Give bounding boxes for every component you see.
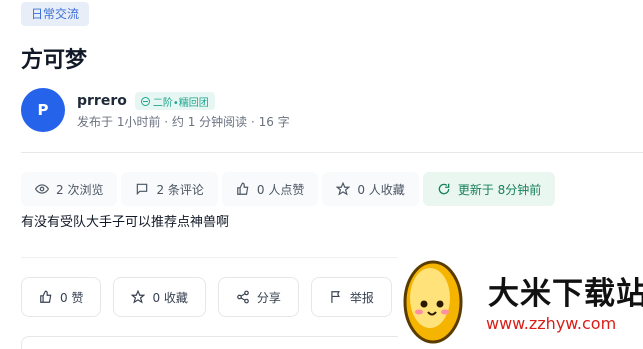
stat-updated-label: 更新于 8分钟前 bbox=[457, 182, 542, 197]
star-icon bbox=[131, 290, 146, 304]
avatar[interactable]: P bbox=[21, 88, 65, 132]
level-badge: 二阶•糯回团 bbox=[134, 92, 215, 110]
report-button-label: 举报 bbox=[349, 290, 374, 305]
favorite-button-label: 0 收藏 bbox=[152, 290, 188, 305]
action-bar: 0 赞 0 收藏 分享 举报 bbox=[21, 277, 392, 317]
like-button[interactable]: 0 赞 bbox=[21, 277, 102, 317]
stat-views-label: 2 次浏览 bbox=[56, 182, 104, 197]
comment-icon bbox=[137, 183, 148, 196]
report-button[interactable]: 举报 bbox=[310, 277, 392, 317]
like-button-label: 0 赞 bbox=[60, 290, 84, 305]
watermark-title: 大米下载站 bbox=[488, 276, 643, 312]
thumb-up-icon bbox=[40, 290, 52, 303]
watermark: 大米下载站 www.zzhyw.com bbox=[398, 254, 643, 349]
post-content: 有没有受队大手子可以推荐点神兽啊 bbox=[21, 215, 230, 230]
stat-favorites-label: 0 人收藏 bbox=[357, 182, 405, 197]
egg-mascot-icon bbox=[403, 260, 463, 344]
favorite-button[interactable]: 0 收藏 bbox=[113, 277, 206, 317]
stat-likes: 0 人点赞 bbox=[221, 172, 319, 206]
stats-bar: 2 次浏览 2 条评论 0 人点赞 0 人收藏 更新于 8分钟前 bbox=[21, 172, 556, 206]
stat-comments: 2 条评论 bbox=[121, 172, 218, 206]
stat-favorites: 0 人收藏 bbox=[322, 172, 419, 206]
author-row: prrero 二阶•糯回团 bbox=[77, 92, 215, 110]
eye-icon bbox=[35, 184, 49, 194]
post-meta: 发布于 1小时前 · 约 1 分钟阅读 · 16 字 bbox=[77, 115, 290, 129]
share-icon bbox=[237, 290, 249, 304]
level-icon bbox=[140, 96, 150, 106]
level-badge-label: 二阶•糯回团 bbox=[152, 97, 209, 109]
watermark-url: www.zzhyw.com bbox=[486, 314, 617, 333]
stat-updated: 更新于 8分钟前 bbox=[422, 172, 556, 206]
stat-views: 2 次浏览 bbox=[21, 172, 118, 206]
stat-likes-label: 0 人点赞 bbox=[256, 182, 305, 197]
post-title: 方可梦 bbox=[21, 48, 88, 73]
category-tag[interactable]: 日常交流 bbox=[21, 2, 90, 26]
share-button-label: 分享 bbox=[256, 290, 281, 305]
divider bbox=[21, 152, 643, 153]
flag-icon bbox=[331, 291, 340, 303]
refresh-icon bbox=[438, 183, 450, 195]
share-button[interactable]: 分享 bbox=[217, 277, 299, 317]
author-username[interactable]: prrero bbox=[77, 93, 127, 109]
avatar-letter: P bbox=[37, 101, 49, 119]
stat-comments-label: 2 条评论 bbox=[156, 182, 204, 197]
comment-box[interactable] bbox=[21, 336, 421, 349]
thumb-up-icon bbox=[237, 182, 249, 195]
star-icon bbox=[336, 182, 351, 196]
